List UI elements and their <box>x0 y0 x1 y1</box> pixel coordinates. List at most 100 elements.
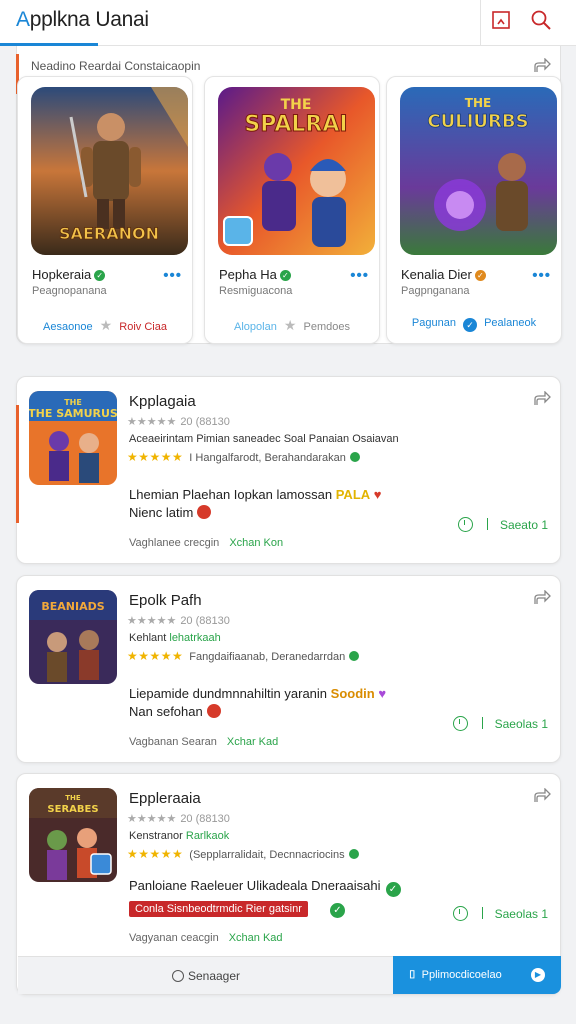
verified-icon: ✓ <box>474 270 486 281</box>
status-dot-icon <box>348 849 359 859</box>
rating-count: 20 (88130 <box>180 615 230 627</box>
game-meta: Fangdaifiaanab, Deranedarrdan <box>189 651 346 663</box>
description-tag: PALA <box>335 487 371 502</box>
thumb-title: BEANIADS <box>41 600 104 613</box>
play-icon: ▶ <box>531 968 545 982</box>
footer-link[interactable]: Xchar Kad <box>227 736 278 748</box>
game-title[interactable]: Eppleraaia <box>129 790 201 807</box>
rating-count: 20 (88130 <box>180 416 230 428</box>
featured-heading: Neadino Reardai Constaicaopin <box>31 59 201 73</box>
game-name: Pepha Ha ✓ <box>219 267 291 282</box>
promo-badge[interactable]: Conla Sisnbeodtrmdic Rier gatsinr <box>129 901 308 917</box>
star-icon[interactable]: ★ <box>100 317 113 333</box>
game-cover-title-top: THE <box>465 96 491 110</box>
game-description: Liepamide dundmnnahiltin yaranin Soodin … <box>129 686 386 701</box>
game-card[interactable]: SAERANON Hopkeraia ✓ Peagnopanana ••• Aes… <box>17 76 193 344</box>
check-icon: ✓ <box>330 903 345 918</box>
heart-icon: ♥ <box>378 686 387 701</box>
description-2-text: Nienc latim <box>129 505 194 520</box>
game-title[interactable]: Kpplagaia <box>129 393 196 410</box>
search-icon[interactable] <box>530 9 552 31</box>
game-subtitle: Pagpnganana <box>401 285 470 297</box>
game-subtitle: Resmiguacona <box>219 285 293 297</box>
game-actions: Alopolan ★ Pemdoes <box>205 317 379 334</box>
clock-icon <box>457 517 473 532</box>
game-name-text: Pepha Ha <box>219 267 277 282</box>
list-accent-bar <box>16 405 19 523</box>
status-text: Saeolas 1 <box>494 717 548 731</box>
app-title-initial: A <box>16 8 30 31</box>
list-item[interactable]: THE THE SAMURUS Kpplagaia ★★★★★ 20 (88130… <box>16 376 561 564</box>
clock-icon <box>452 716 468 731</box>
game-name-text: Hopkeraia <box>32 267 92 282</box>
app-title-rest: pplkna Uanai <box>29 8 149 31</box>
game-footer: Vagyanan ceacgin Xchan Kad <box>129 932 283 944</box>
game-action-primary[interactable]: Aesaonoe <box>43 321 93 333</box>
game-title[interactable]: Epolk Pafh <box>129 592 202 609</box>
game-status: Saeato 1 <box>457 517 548 532</box>
game-action-primary[interactable]: Pagunan <box>412 317 456 329</box>
badge-icon <box>206 704 221 718</box>
publisher-link[interactable]: lehatrkaah <box>169 632 220 644</box>
game-card[interactable]: THE SPALRAI Pepha Ha ✓ Resmiguacona ••• A… <box>204 76 380 344</box>
description-text: Panloiane Raeleuer Ulikadeala Dneraaisah… <box>129 878 381 893</box>
rating-row: ★★★★★ 20 (88130 <box>127 615 230 627</box>
status-dot-icon <box>349 651 360 661</box>
star-icon[interactable]: ★ <box>284 317 297 333</box>
footer-link[interactable]: Xchan Kon <box>229 537 283 549</box>
game-thumbnail[interactable]: THE SERABES <box>29 788 117 882</box>
clock-icon <box>452 906 468 921</box>
play-action-button[interactable]: ⌷ Pplimocdicoelao ▶ <box>393 956 561 994</box>
rating-count: 20 (88130 <box>180 813 230 825</box>
badge-icon <box>197 505 212 519</box>
list-item[interactable]: BEANIADS Epolk Pafh ★★★★★ 20 (88130 Kehla… <box>16 575 561 763</box>
star-rating: ★★★★★ I Hangalfarodt, Berahandarakan <box>127 450 360 464</box>
publisher-text: Kenstranor <box>129 830 183 842</box>
game-status: Saeolas 1 <box>452 716 548 731</box>
game-publisher: Aceaeirintam Pimian saneadec Soal Panaia… <box>129 433 399 445</box>
status-text: Saeato 1 <box>499 518 548 532</box>
more-options-icon[interactable]: ••• <box>350 267 369 284</box>
game-action-primary[interactable]: Alopolan <box>234 321 277 333</box>
footer-label: Vaghlanee crecgin <box>129 537 220 549</box>
share-icon[interactable] <box>533 58 551 74</box>
game-description-2: Nienc latim <box>129 505 212 520</box>
header-divider <box>480 0 481 46</box>
description-text: Liepamide dundmnnahiltin yaranin <box>129 686 328 701</box>
game-thumbnail[interactable]: BEANIADS <box>29 590 117 684</box>
more-options-icon[interactable]: ••• <box>532 267 551 284</box>
star-rating: ★★★★★ (Sepplarralidait, Decnnacriocins <box>127 847 359 861</box>
description-text: Lhemian Plaehan Iopkan lamossan <box>129 487 333 502</box>
game-action-secondary[interactable]: Pemdoes <box>304 321 350 333</box>
play-action-label: Pplimocdicoelao <box>421 969 502 981</box>
footer-link[interactable]: Xchan Kad <box>229 932 283 944</box>
game-meta: I Hangalfarodt, Berahandarakan <box>189 452 346 464</box>
status-dot-icon <box>349 452 360 462</box>
bookmark-flag-icon: ⌷ <box>409 969 416 981</box>
game-action-secondary[interactable]: Pealaneok <box>484 317 536 329</box>
game-name: Kenalia Dier ✓ <box>401 267 486 282</box>
game-description: Panloiane Raeleuer Ulikadeala Dneraaisah… <box>129 878 401 897</box>
bookmark-icon[interactable] <box>490 9 512 31</box>
game-actions: Aesaonoe ★ Roiv Ciaa <box>18 317 192 334</box>
publisher-link[interactable]: Rarlkaok <box>186 830 229 842</box>
check-icon[interactable]: ✓ <box>463 318 478 332</box>
more-options-icon[interactable]: ••• <box>163 267 182 284</box>
game-meta: (Sepplarralidait, Decnnacriocins <box>189 849 345 861</box>
game-cover-image[interactable]: THE SPALRAI <box>218 87 375 255</box>
game-card[interactable]: THE CULIURBS Kenalia Dier ✓ Pagpnganana •… <box>386 76 562 344</box>
game-cover-image[interactable]: SAERANON <box>31 87 188 255</box>
promo-text: Conla Sisnbeodtrmdic Rier gatsinr <box>135 903 302 915</box>
thumb-title: THE SAMURUS <box>29 407 117 420</box>
manager-button[interactable]: Senaager <box>18 956 394 994</box>
description-2-text: Nan sefohan <box>129 704 203 719</box>
share-icon[interactable] <box>533 590 551 606</box>
footer-label: Vagbanan Searan <box>129 736 217 748</box>
game-cover-image[interactable]: THE CULIURBS <box>400 87 557 255</box>
share-icon[interactable] <box>533 391 551 407</box>
share-icon[interactable] <box>533 788 551 804</box>
game-action-secondary[interactable]: Roiv Ciaa <box>119 321 167 333</box>
game-description: Lhemian Plaehan Iopkan lamossan PALA ♥ <box>129 487 382 502</box>
game-thumbnail[interactable]: THE THE SAMURUS <box>29 391 117 485</box>
game-name-text: Kenalia Dier <box>401 267 472 282</box>
